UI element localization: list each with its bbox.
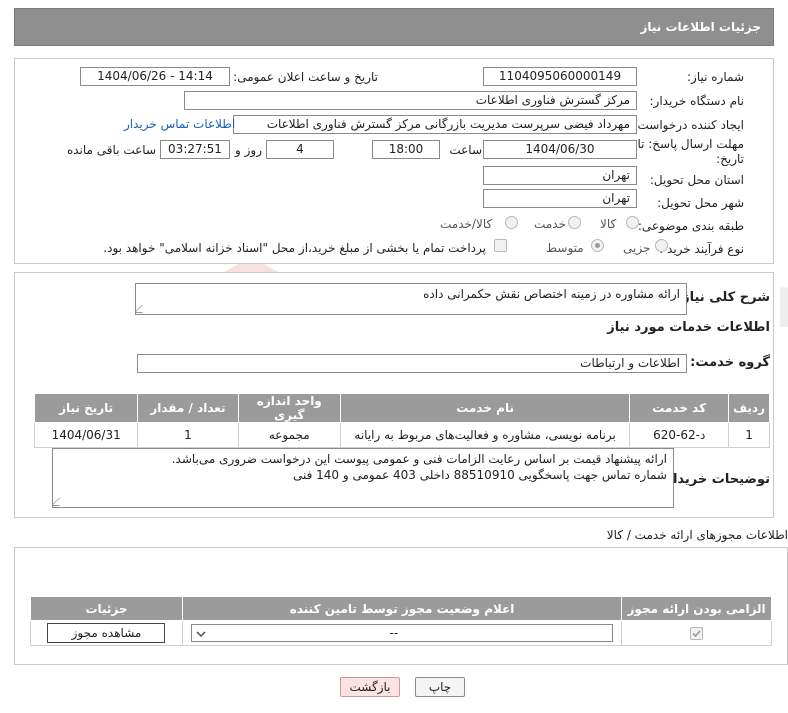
deadline-label: مهلت ارسال پاسخ: تا <box>637 137 744 151</box>
page-title: جزئیات اطلاعات نیاز <box>640 20 761 34</box>
col-service-code: کد خدمت <box>629 393 730 423</box>
col-permit-required: الزامی بودن ارائه مجوز <box>621 596 772 621</box>
permit-required-cell <box>621 620 772 646</box>
process-minor-radio[interactable] <box>655 239 668 252</box>
contact-buyer-link[interactable]: اطلاعات تماس خریدار <box>124 117 235 131</box>
treasury-payment-note: پرداخت تمام یا بخشی از مبلغ خرید،از محل … <box>103 241 486 255</box>
permits-title: اطلاعات مجوزهای ارائه خدمت / کالا <box>606 528 788 542</box>
need-number-field: 1104095060000149 <box>483 67 637 86</box>
service-code-cell: د-62-620 <box>629 422 730 448</box>
col-permit-status: اعلام وضعیت مجوز توسط تامین کننده <box>181 596 623 621</box>
permit-status-value: -- <box>389 626 399 640</box>
col-need-date: تاریخ نیاز <box>33 393 139 423</box>
category-label: طبقه بندی موضوعی: <box>637 219 744 233</box>
process-medium-radio[interactable] <box>591 239 604 252</box>
services-table: ردیف کد خدمت نام خدمت واحد اندازه گیری ت… <box>33 393 770 448</box>
deadline-time-label: ساعت <box>449 143 482 157</box>
page-header: جزئیات اطلاعات نیاز <box>14 8 774 46</box>
quantity-cell: 1 <box>137 422 239 448</box>
permit-details-cell: مشاهده مجوز <box>30 620 183 646</box>
col-row-number: ردیف <box>728 393 770 423</box>
remaining-label: ساعت باقی مانده <box>66 143 156 157</box>
province-label: استان محل تحویل: <box>649 173 744 187</box>
services-title: اطلاعات خدمات مورد نیاز <box>607 320 770 335</box>
resize-handle-icon[interactable] <box>53 498 67 506</box>
category-service-label: خدمت <box>534 217 566 231</box>
col-quantity: تعداد / مقدار <box>137 393 239 423</box>
buyer-notes-line1: ارائه پیشنهاد قیمت بر اساس رعایت الزامات… <box>171 452 667 466</box>
deadline-label-date: تاریخ: <box>716 152 744 166</box>
row-number-cell: 1 <box>728 422 770 448</box>
summary-text: ارائه مشاوره در زمینه اختصاص نقش حکمرانی… <box>423 287 680 301</box>
buyer-org-label: نام دستگاه خریدار: <box>649 94 745 108</box>
days-label: روز و <box>235 143 262 157</box>
buyer-notes-line2: شماره تماس جهت پاسخگویی 88510910 داخلی 4… <box>292 468 667 482</box>
services-table-header: ردیف کد خدمت نام خدمت واحد اندازه گیری ت… <box>33 393 770 423</box>
summary-label: شرح کلی نیاز: <box>676 290 770 305</box>
category-both-label: کالا/خدمت <box>440 217 493 231</box>
announce-label: تاریخ و ساعت اعلان عمومی: <box>233 70 378 84</box>
col-unit: واحد اندازه گیری <box>237 393 342 423</box>
resize-handle-icon[interactable] <box>136 305 150 313</box>
deadline-date-field: 1404/06/30 <box>483 140 637 159</box>
permit-status-select[interactable]: -- <box>190 624 614 642</box>
service-group-label: گروه خدمت: <box>690 355 770 370</box>
creator-field: مهرداد فیضی سرپرست مدیریت بازرگانی مرکز … <box>233 115 637 134</box>
category-service-radio[interactable] <box>568 216 581 229</box>
need-date-cell: 1404/06/31 <box>33 422 139 448</box>
process-medium-label: متوسط <box>546 241 584 255</box>
buyer-notes-field: ارائه پیشنهاد قیمت بر اساس رعایت الزامات… <box>52 448 674 508</box>
table-row: -- مشاهده مجوز <box>30 620 772 646</box>
check-icon <box>692 630 701 638</box>
permits-table: الزامی بودن ارائه مجوز اعلام وضعیت مجوز … <box>30 596 772 646</box>
need-number-label: شماره نیاز: <box>687 70 744 84</box>
service-name-cell: برنامه نویسی، مشاوره و فعالیت‌های مربوط … <box>339 422 631 448</box>
creator-label: ایجاد کننده درخواست: <box>633 118 744 132</box>
province-field: تهران <box>483 166 637 185</box>
buyer-org-field: مرکز گسترش فناوری اطلاعات <box>184 91 637 110</box>
category-goods-label: کالا <box>600 217 617 231</box>
permit-required-checkbox[interactable] <box>690 627 704 640</box>
service-group-field: اطلاعات و ارتباطات <box>137 354 687 373</box>
need-info-panel <box>14 58 774 264</box>
category-both-radio[interactable] <box>505 216 518 229</box>
print-button[interactable]: چاپ <box>415 677 465 697</box>
permits-table-header: الزامی بودن ارائه مجوز اعلام وضعیت مجوز … <box>30 596 772 621</box>
buyer-notes-label: توضیحات خریدار: <box>660 472 770 487</box>
permit-status-cell: -- <box>181 620 623 646</box>
city-field: تهران <box>483 189 637 208</box>
col-permit-details: جزئیات <box>30 596 183 621</box>
remaining-time-field: 03:27:51 <box>160 140 230 159</box>
view-permit-button[interactable]: مشاهده مجوز <box>47 623 166 643</box>
treasury-payment-checkbox[interactable] <box>494 239 507 252</box>
chevron-down-icon <box>196 631 206 637</box>
process-label: نوع فرآیند خرید : <box>659 242 744 256</box>
category-goods-radio[interactable] <box>626 216 639 229</box>
deadline-time-field: 18:00 <box>372 140 440 159</box>
col-service-name: نام خدمت <box>339 393 631 423</box>
back-button[interactable]: بازگشت <box>340 677 400 697</box>
city-label: شهر محل تحویل: <box>657 196 744 210</box>
unit-cell: مجموعه <box>237 422 342 448</box>
summary-field: ارائه مشاوره در زمینه اختصاص نقش حکمرانی… <box>135 283 687 315</box>
table-row: 1 د-62-620 برنامه نویسی، مشاوره و فعالیت… <box>33 422 770 448</box>
process-minor-label: جزیی <box>623 241 651 255</box>
days-field: 4 <box>266 140 334 159</box>
announce-field: 1404/06/26 - 14:14 <box>80 67 230 86</box>
